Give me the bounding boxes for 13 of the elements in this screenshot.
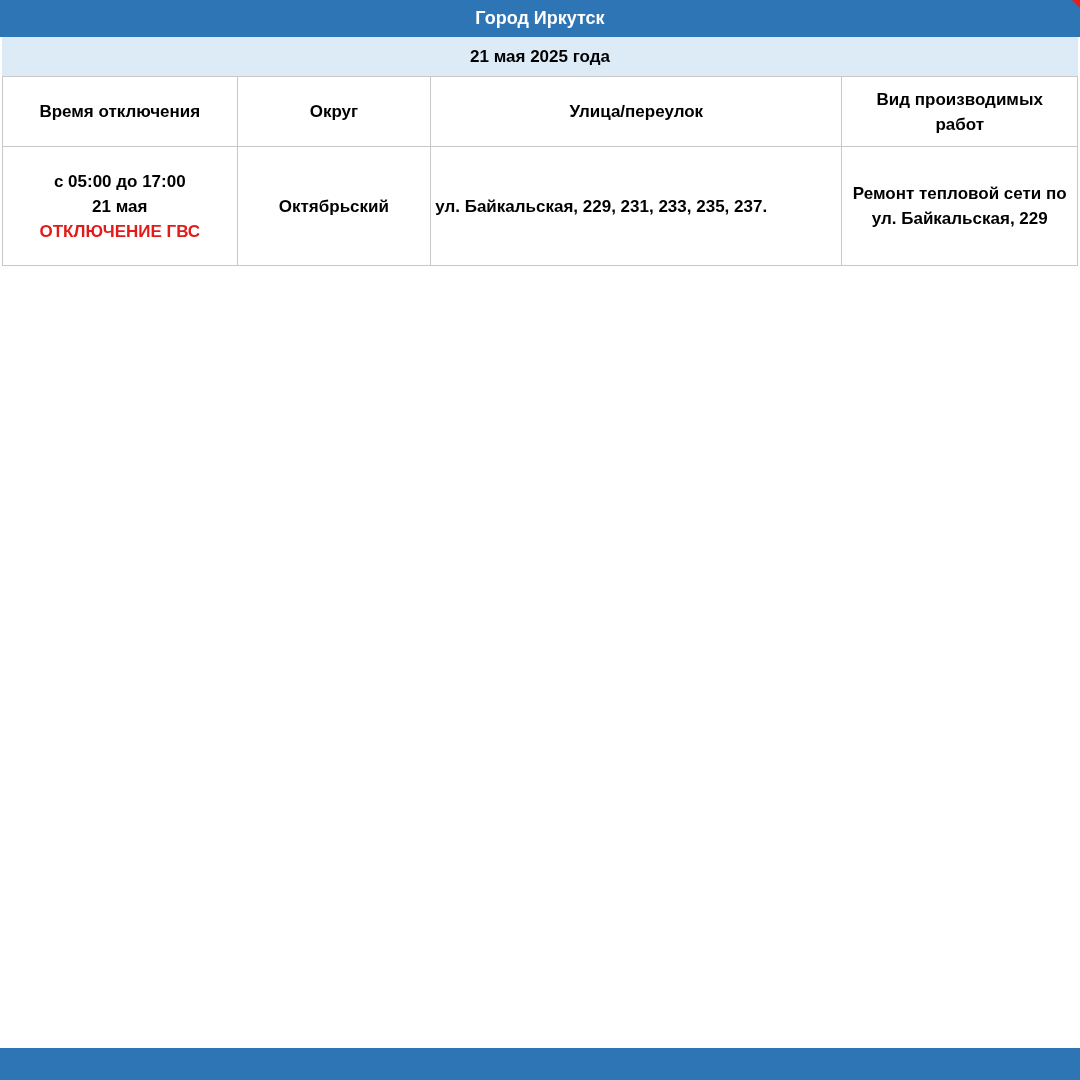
sheet-title: Город Иркутск	[475, 7, 605, 30]
day-label: 21 мая	[92, 195, 148, 218]
table-cell: Октябрьский	[237, 147, 432, 266]
table-cell: Ремонт тепловой сети по ул. Байкальская, 229	[842, 147, 1078, 266]
time-range: с 05:00 до 17:00	[53, 170, 186, 193]
comment-marker-icon	[1072, 0, 1080, 8]
column-header: Округ	[237, 77, 432, 147]
table-cell: ул. Байкальская, 229, 231, 233, 235, 237.	[431, 147, 843, 266]
alert-label: ОТКЛЮЧЕНИЕ ГВС	[39, 220, 201, 243]
column-header: Вид производимых работ	[842, 77, 1078, 147]
column-header: Время отключения	[2, 77, 238, 147]
column-header: Улица/переулок	[431, 77, 843, 147]
date-label: 21 мая 2025 года	[470, 45, 610, 68]
